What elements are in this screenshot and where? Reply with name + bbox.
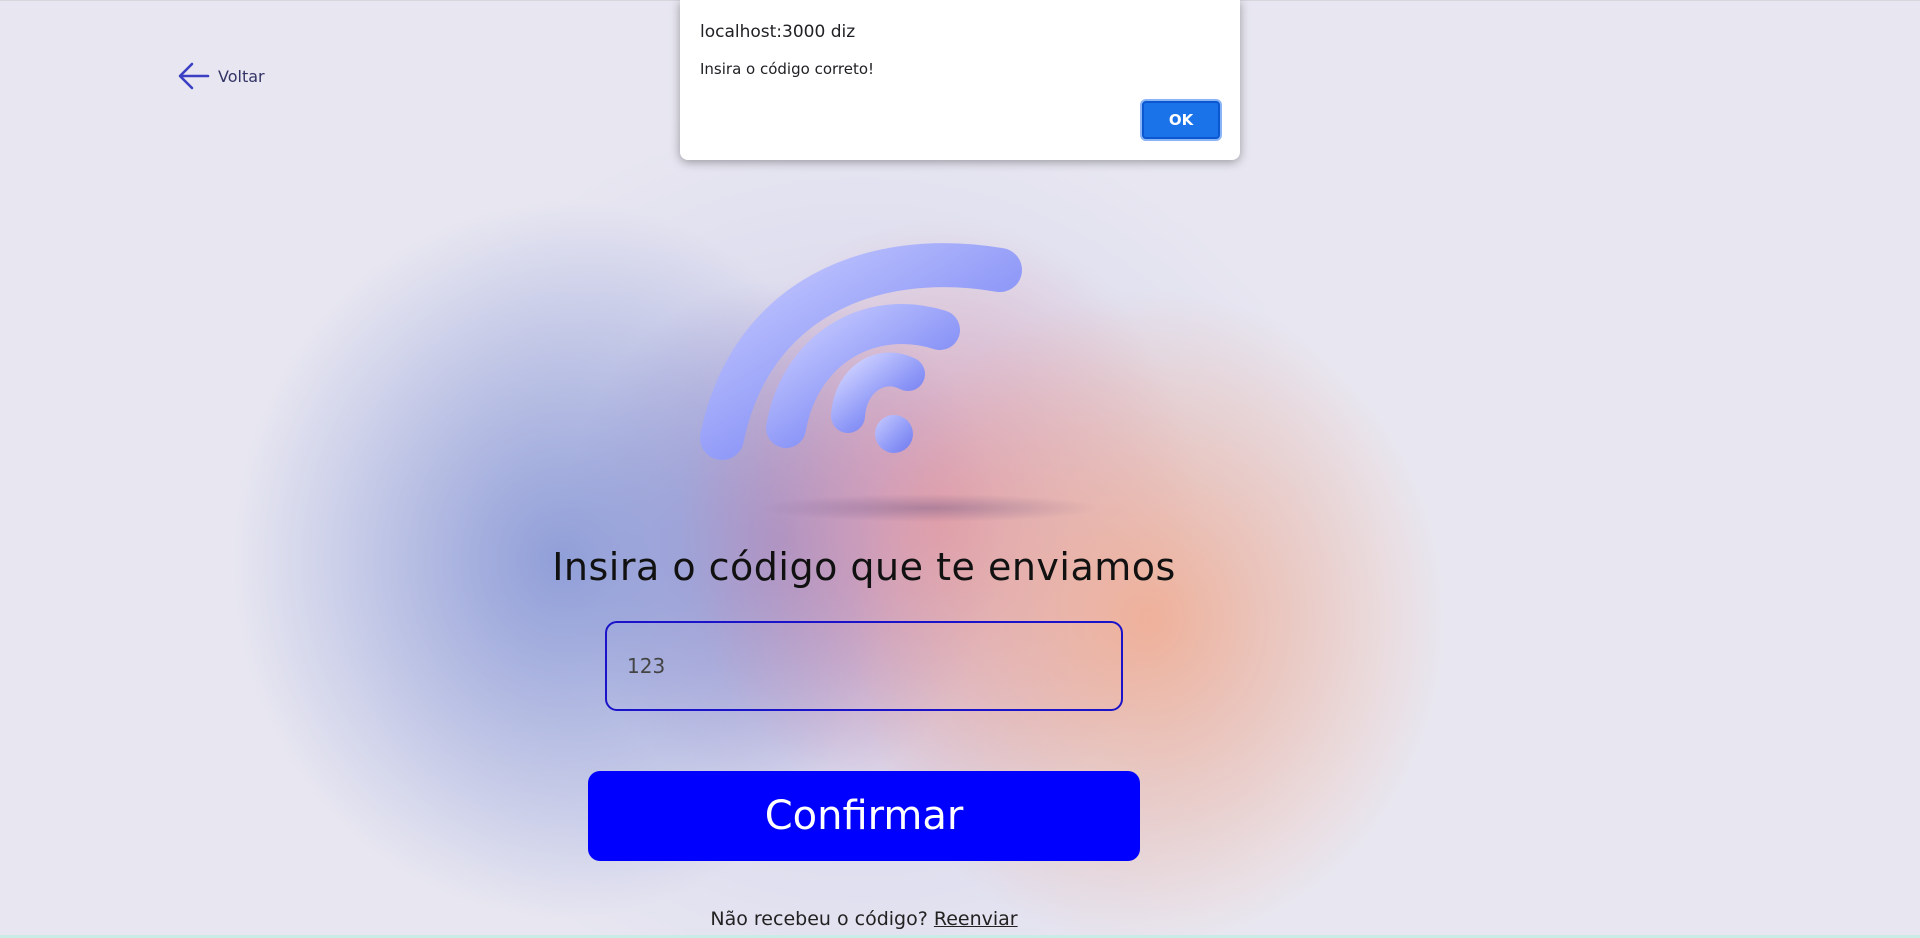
- arrow-left-icon: [178, 62, 210, 90]
- back-label: Voltar: [218, 66, 265, 86]
- wifi-icon: [700, 243, 1100, 522]
- code-input[interactable]: [605, 621, 1123, 711]
- back-link[interactable]: Voltar: [176, 58, 265, 94]
- resend-row: Não recebeu o código? Reenviar: [0, 908, 1728, 930]
- alert-ok-button[interactable]: OK: [1142, 101, 1220, 139]
- alert-message: Insira o código correto!: [700, 60, 875, 78]
- resend-link[interactable]: Reenviar: [934, 908, 1018, 930]
- confirm-button[interactable]: Confirmar: [588, 771, 1140, 861]
- page-title: Insira o código que te enviamos: [552, 545, 1176, 589]
- alert-title: localhost:3000 diz: [700, 22, 856, 42]
- alert-dialog: localhost:3000 diz Insira o código corre…: [680, 0, 1240, 160]
- resend-prompt: Não recebeu o código?: [710, 908, 928, 930]
